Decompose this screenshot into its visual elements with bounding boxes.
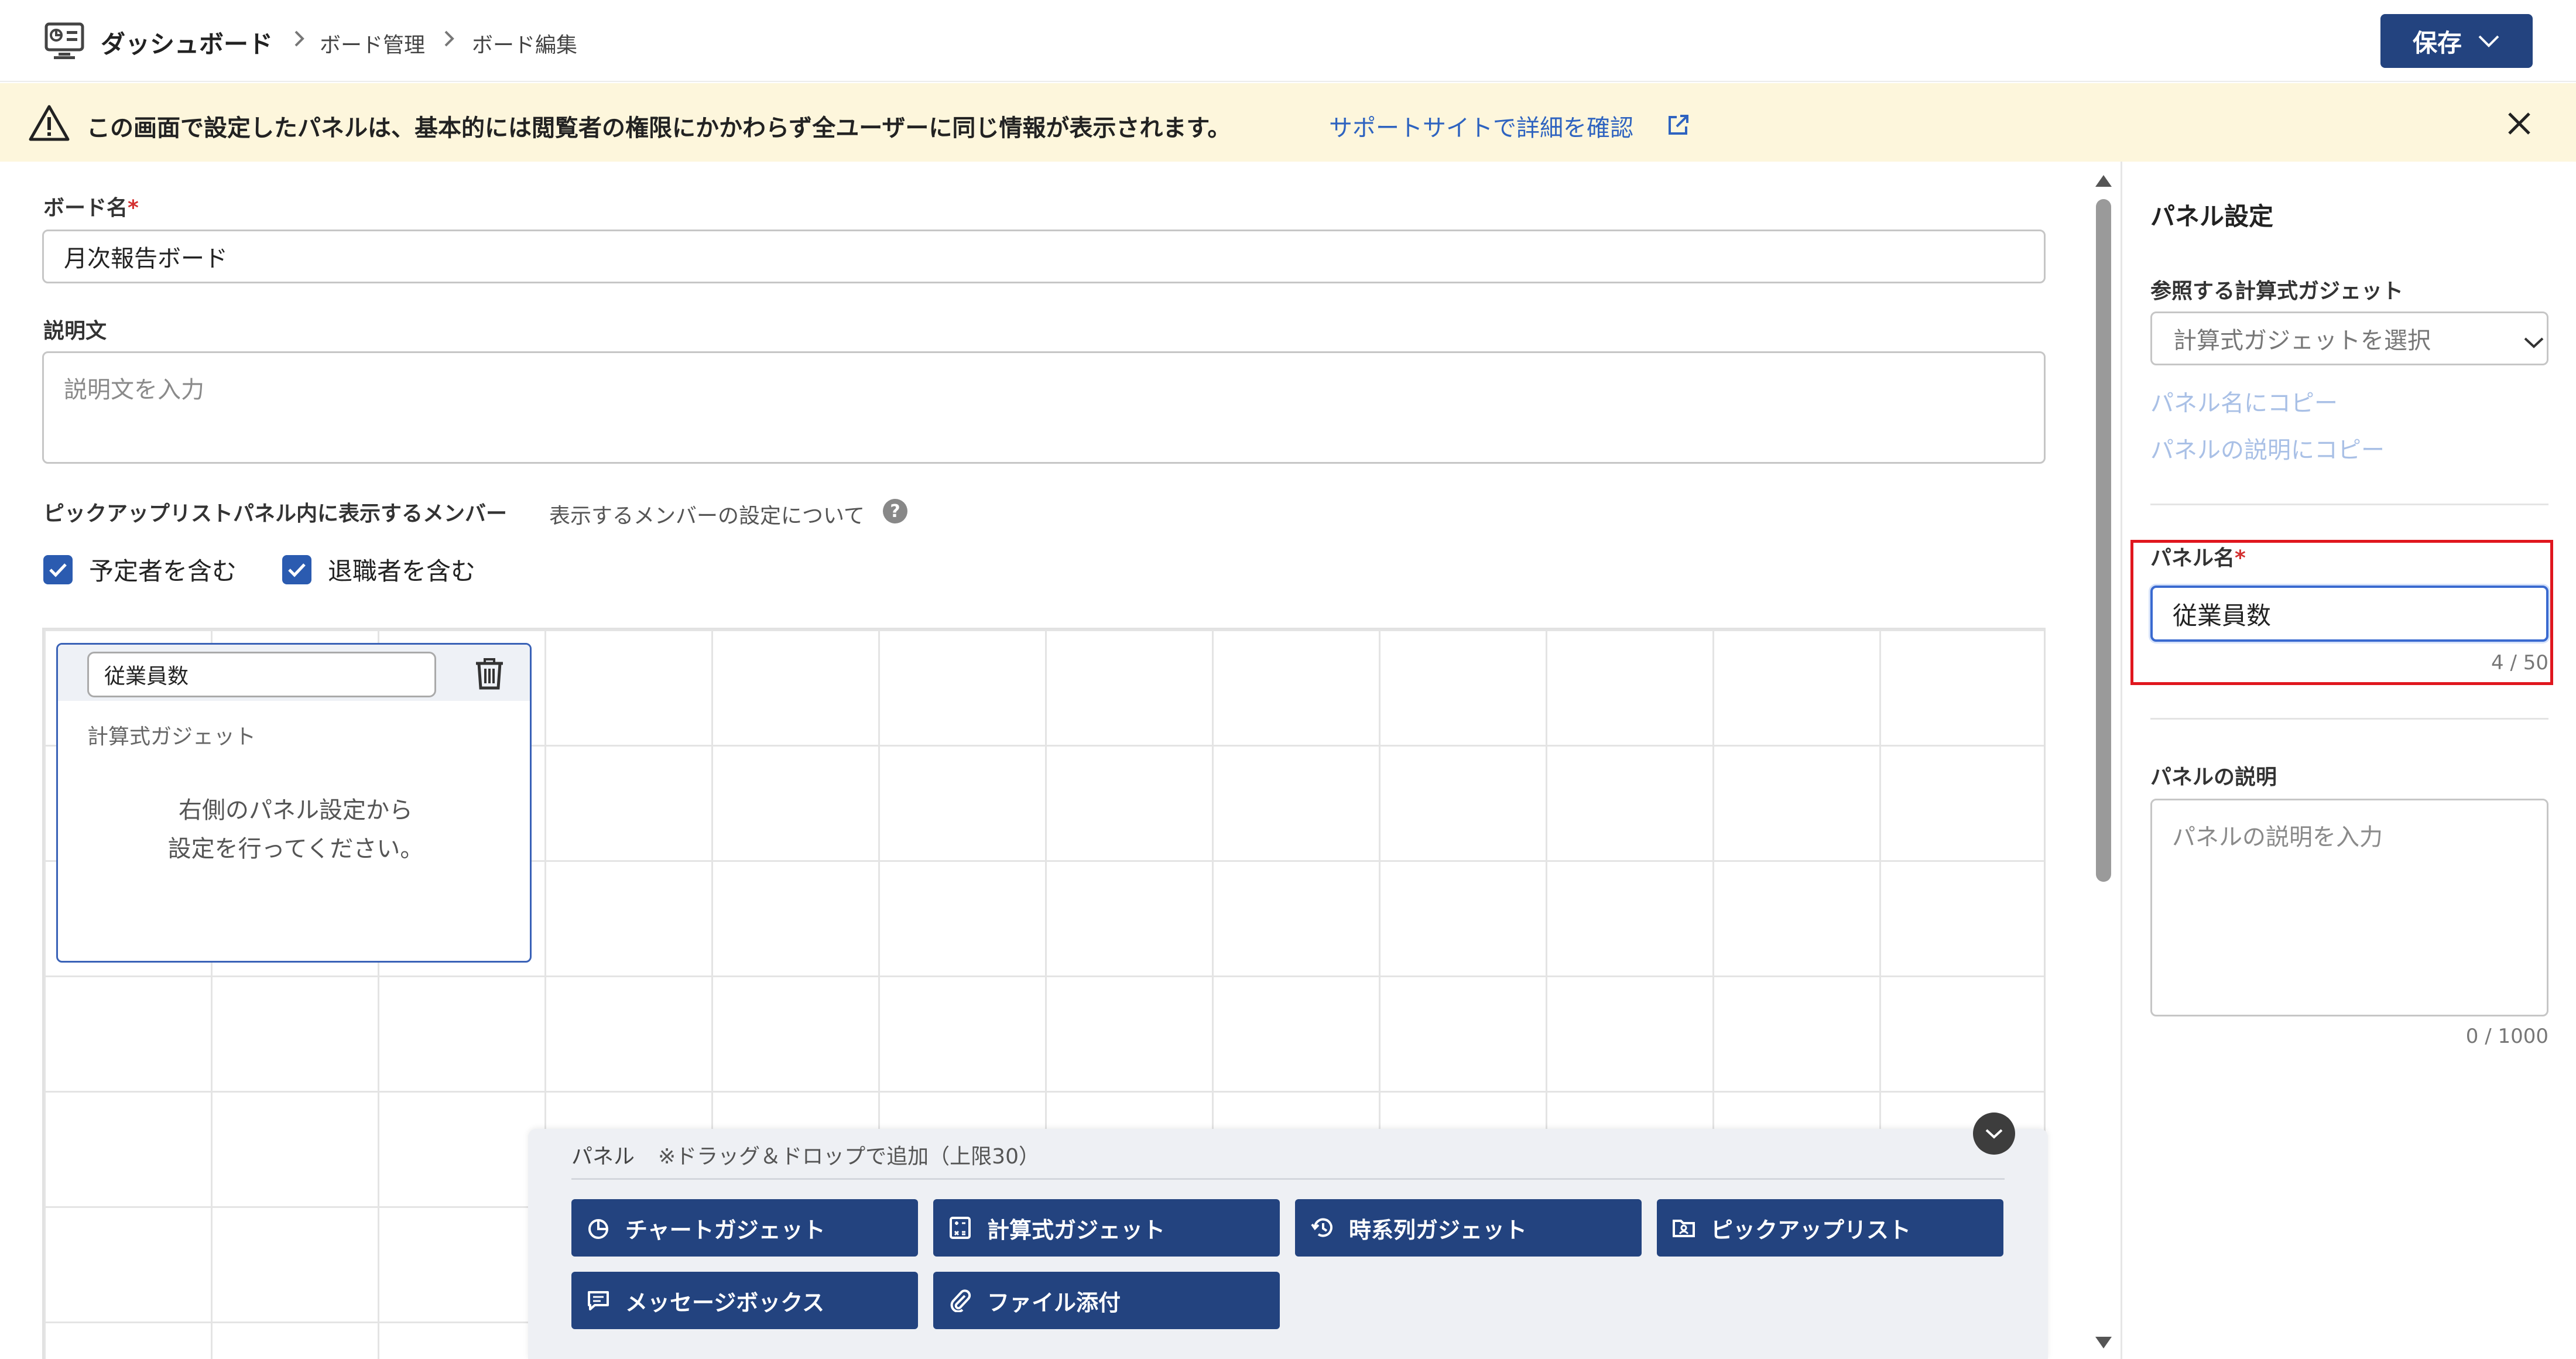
copy-to-panel-name-link[interactable]: パネル名にコピー — [2150, 384, 2338, 418]
paperclip-icon — [948, 1289, 972, 1312]
add-calc-gadget-button[interactable]: 計算式ガジェット — [933, 1199, 1280, 1257]
members-help-link[interactable]: 表示するメンバーの設定について — [549, 499, 865, 529]
panel-card-name-field[interactable]: 従業員数 — [87, 652, 436, 697]
chevron-down-icon — [1984, 1128, 2004, 1139]
panel-palette: パネル ※ドラッグ＆ドロップで追加（上限30） チャートガジェット 計算式ガジェ… — [528, 1129, 2048, 1359]
chevron-down-icon — [2477, 34, 2500, 48]
warning-icon — [28, 104, 70, 142]
palette-note: ※ドラッグ＆ドロップで追加（上限30） — [658, 1145, 1040, 1169]
add-timeseries-gadget-button[interactable]: 時系列ガジェット — [1295, 1199, 1642, 1257]
include-retired-checkbox[interactable]: 退職者を含む — [282, 552, 475, 587]
board-name-label: ボード名* — [43, 196, 139, 220]
trash-icon[interactable] — [474, 656, 505, 690]
description-label: 説明文 — [43, 319, 107, 343]
selected-panel-card[interactable]: 従業員数 計算式ガジェット 右側のパネル設定から 設定を行ってください。 — [56, 643, 532, 963]
chevron-right-icon — [290, 27, 308, 50]
chevron-down-icon — [2522, 337, 2546, 348]
add-file-attachment-button[interactable]: ファイル添付 — [933, 1272, 1280, 1329]
breadcrumb-home[interactable]: ダッシュボード — [101, 25, 273, 60]
palette-title: パネル — [571, 1145, 635, 1169]
breadcrumb-board-management[interactable]: ボード管理 — [320, 28, 425, 59]
copy-to-panel-desc-link[interactable]: パネルの説明にコピー — [2150, 431, 2385, 465]
panel-name-input[interactable] — [2150, 586, 2548, 642]
add-calc-gadget-label: 計算式ガジェット — [987, 1217, 1166, 1243]
folder-person-icon — [1672, 1216, 1695, 1240]
add-chart-gadget-label: チャートガジェット — [625, 1217, 825, 1243]
add-pickup-list-button[interactable]: ピックアップリスト — [1657, 1199, 2003, 1257]
palette-divider — [571, 1178, 2005, 1180]
include-planned-checkbox[interactable]: 予定者を含む — [43, 552, 237, 587]
divider — [2150, 718, 2548, 720]
support-site-link[interactable]: サポートサイトで詳細を確認 — [1329, 109, 1633, 143]
scrollbar-thumb[interactable] — [2096, 199, 2111, 882]
add-message-box-button[interactable]: メッセージボックス — [571, 1272, 918, 1329]
panel-settings-sidebar: パネル設定 参照する計算式ガジェット 計算式ガジェットを選択 パネル名にコピー … — [2121, 162, 2576, 1359]
breadcrumb-board-edit: ボード編集 — [472, 33, 578, 57]
chart-icon — [587, 1216, 610, 1240]
panel-desc-textarea[interactable] — [2150, 799, 2548, 1016]
notice-banner: この画面で設定したパネルは、基本的には閲覧者の権限にかかわらず全ユーザーに同じ情… — [0, 83, 2576, 162]
external-link-icon[interactable] — [1666, 114, 1690, 137]
scroll-up-arrow-icon[interactable] — [2094, 173, 2113, 189]
message-icon — [587, 1289, 610, 1312]
help-icon[interactable]: ? — [883, 499, 907, 523]
add-chart-gadget-button[interactable]: チャートガジェット — [571, 1199, 918, 1257]
description-textarea[interactable] — [42, 351, 2046, 464]
history-icon — [1310, 1216, 1334, 1240]
save-button-label: 保存 — [2412, 29, 2462, 57]
add-file-attachment-label: ファイル添付 — [987, 1289, 1121, 1316]
include-planned-label: 予定者を含む — [89, 557, 237, 586]
scroll-down-arrow-icon[interactable] — [2094, 1335, 2113, 1350]
chevron-right-icon — [440, 27, 458, 50]
panel-desc-char-count: 0 / 1000 — [2465, 1025, 2548, 1048]
checkbox-checked-icon[interactable] — [43, 554, 73, 584]
add-timeseries-gadget-label: 時系列ガジェット — [1349, 1217, 1527, 1243]
divider — [2150, 504, 2548, 505]
panel-card-hint: 右側のパネル設定から 設定を行ってください。 — [167, 797, 424, 862]
checkbox-checked-icon[interactable] — [282, 554, 311, 584]
add-pickup-list-label: ピックアップリスト — [1711, 1217, 1912, 1243]
members-label: ピックアップリストパネル内に表示するメンバー — [43, 502, 508, 526]
palette-collapse-button[interactable] — [1973, 1112, 2015, 1155]
ref-gadget-label: 参照する計算式ガジェット — [2150, 279, 2404, 303]
ref-gadget-select-value: 計算式ガジェットを選択 — [2173, 327, 2431, 354]
calculator-icon — [948, 1216, 972, 1240]
panel-desc-label: パネルの説明 — [2150, 765, 2277, 789]
ref-gadget-select[interactable]: 計算式ガジェットを選択 — [2150, 311, 2548, 365]
panel-name-label: パネル名* — [2150, 546, 2246, 570]
add-message-box-label: メッセージボックス — [625, 1289, 825, 1316]
include-retired-label: 退職者を含む — [328, 557, 476, 586]
banner-message: この画面で設定したパネルは、基本的には閲覧者の権限にかかわらず全ユーザーに同じ情… — [87, 115, 1231, 142]
panel-card-header: 従業員数 — [58, 645, 530, 701]
panel-name-char-count: 4 / 50 — [2491, 651, 2548, 675]
panel-card-type: 計算式ガジェット — [87, 725, 256, 749]
close-icon[interactable] — [2506, 110, 2533, 137]
save-button[interactable]: 保存 — [2380, 14, 2533, 68]
app-header: ダッシュボード ボード管理 ボード編集 保存 — [0, 0, 2576, 82]
panel-settings-title: パネル設定 — [2150, 202, 2274, 231]
dashboard-icon — [44, 22, 84, 60]
board-name-input[interactable] — [42, 230, 2046, 283]
